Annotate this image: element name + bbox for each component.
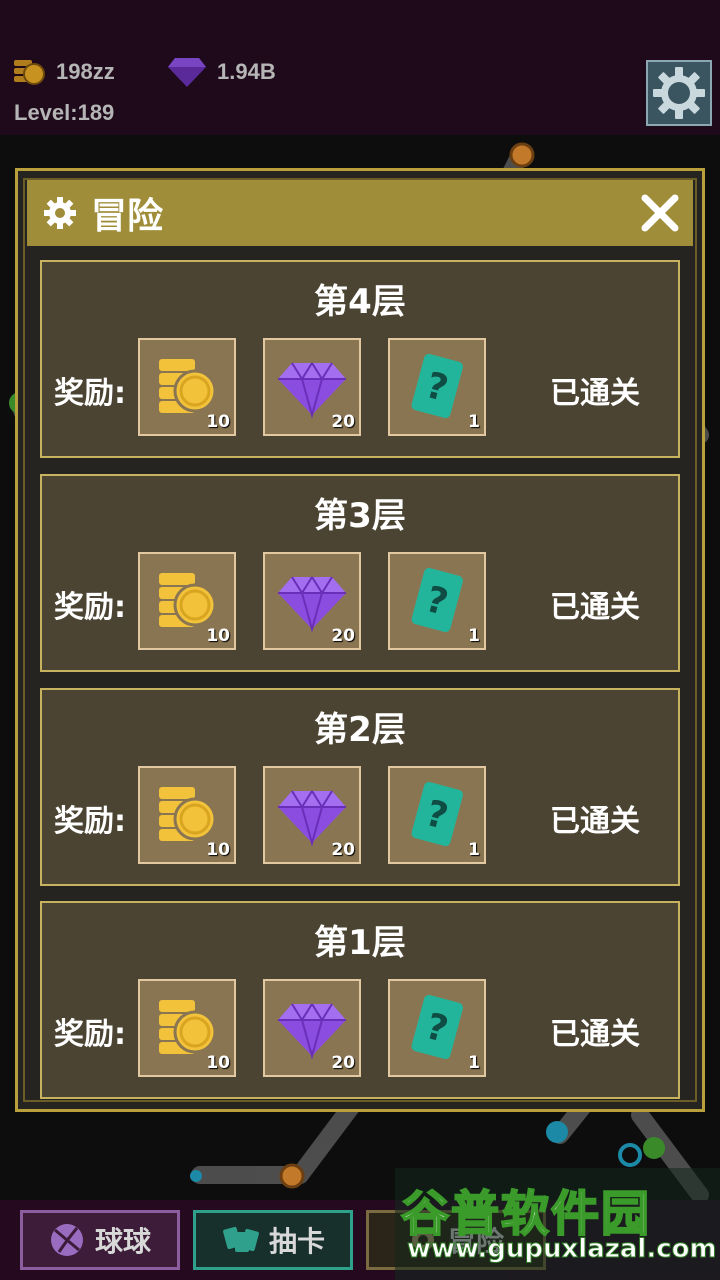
level-card-1[interactable]: 第1层 奖励: 10 20 ? 1 已通关 [40, 901, 680, 1099]
level-text: Level:189 [14, 100, 115, 125]
coin-reward: 10 [138, 552, 236, 650]
coin-amount: 198zz [56, 59, 115, 84]
orange-ball [279, 1163, 305, 1189]
draw-card-tab-label: 抽卡 [268, 1225, 325, 1258]
coin-reward-count: 10 [206, 840, 230, 860]
player-level: Level:189 [14, 100, 114, 126]
gem-reward: 20 [263, 552, 361, 650]
gear-icon [44, 197, 76, 229]
balls-tab-label: 球球 [94, 1225, 151, 1258]
level-title: 第1层 [314, 923, 406, 963]
blue-ball [190, 1170, 202, 1182]
gem-reward-count: 20 [331, 626, 355, 646]
card-reward: ? 1 [388, 979, 486, 1077]
gem-reward-count: 20 [331, 412, 355, 432]
reward-label: 奖励: [54, 376, 126, 411]
coin-reward: 10 [138, 766, 236, 864]
watermark-url: www.gupuxlazal.com [407, 1234, 718, 1265]
cleared-status: 已通关 [550, 804, 640, 839]
coin-reward-count: 10 [206, 626, 230, 646]
card-reward-count: 1 [468, 840, 480, 860]
coin-counter: 198zz [12, 56, 115, 88]
reward-label: 奖励: [54, 1017, 126, 1052]
gem-reward: 20 [263, 766, 361, 864]
coin-reward: 10 [138, 338, 236, 436]
level-title: 第3层 [314, 496, 406, 536]
card-reward: ? 1 [388, 552, 486, 650]
close-button[interactable] [639, 192, 681, 234]
mystery-card-icon: ? [411, 353, 463, 419]
gem-reward-count: 20 [331, 1053, 355, 1073]
mystery-card-icon: ? [411, 781, 463, 847]
coin-stack-icon [14, 60, 45, 85]
cleared-status: 已通关 [550, 1017, 640, 1052]
mystery-card-icon: ? [411, 567, 463, 633]
level-card-4[interactable]: 第4层 奖励: 10 20 ? 1 已通关 [40, 260, 680, 458]
balls-tab-button[interactable]: 球球 [20, 1210, 180, 1270]
coin-reward-count: 10 [206, 1053, 230, 1073]
ball-icon [50, 1224, 83, 1256]
cleared-status: 已通关 [550, 376, 640, 411]
card-reward-count: 1 [468, 1053, 480, 1073]
gem-counter: 1.94B [167, 56, 276, 88]
card-reward-count: 1 [468, 412, 480, 432]
dialog-header: 冒险 [27, 180, 693, 246]
level-title: 第2层 [314, 710, 406, 750]
diamond-icon [168, 58, 206, 87]
blue-ball [546, 1121, 568, 1143]
gear-icon [653, 67, 705, 119]
dialog-title: 冒险 [91, 196, 164, 237]
watermark: 谷普软件园 www.gupuxlazal.com [395, 1168, 720, 1280]
coin-reward: 10 [138, 979, 236, 1077]
ring-ball [618, 1143, 642, 1167]
coin-reward-count: 10 [206, 412, 230, 432]
cleared-status: 已通关 [550, 590, 640, 625]
top-hud: 198zz 1.94B Level:189 [0, 0, 720, 135]
level-card-3[interactable]: 第3层 奖励: 10 20 ? 1 已通关 [40, 474, 680, 672]
gem-reward: 20 [263, 338, 361, 436]
card-reward: ? 1 [388, 338, 486, 436]
card-reward-count: 1 [468, 626, 480, 646]
cards-icon [223, 1226, 259, 1252]
draw-card-tab-button[interactable]: 抽卡 [193, 1210, 353, 1270]
level-title: 第4层 [314, 282, 406, 322]
gem-amount: 1.94B [217, 59, 276, 84]
mystery-card-icon: ? [411, 994, 463, 1060]
orange-ball [509, 142, 535, 168]
card-reward: ? 1 [388, 766, 486, 864]
gem-reward: 20 [263, 979, 361, 1077]
level-card-2[interactable]: 第2层 奖励: 10 20 ? 1 已通关 [40, 688, 680, 886]
reward-label: 奖励: [54, 804, 126, 839]
gem-reward-count: 20 [331, 840, 355, 860]
reward-label: 奖励: [54, 590, 126, 625]
skull-ball [643, 1137, 665, 1159]
settings-button[interactable] [646, 60, 712, 126]
close-icon [641, 194, 679, 232]
